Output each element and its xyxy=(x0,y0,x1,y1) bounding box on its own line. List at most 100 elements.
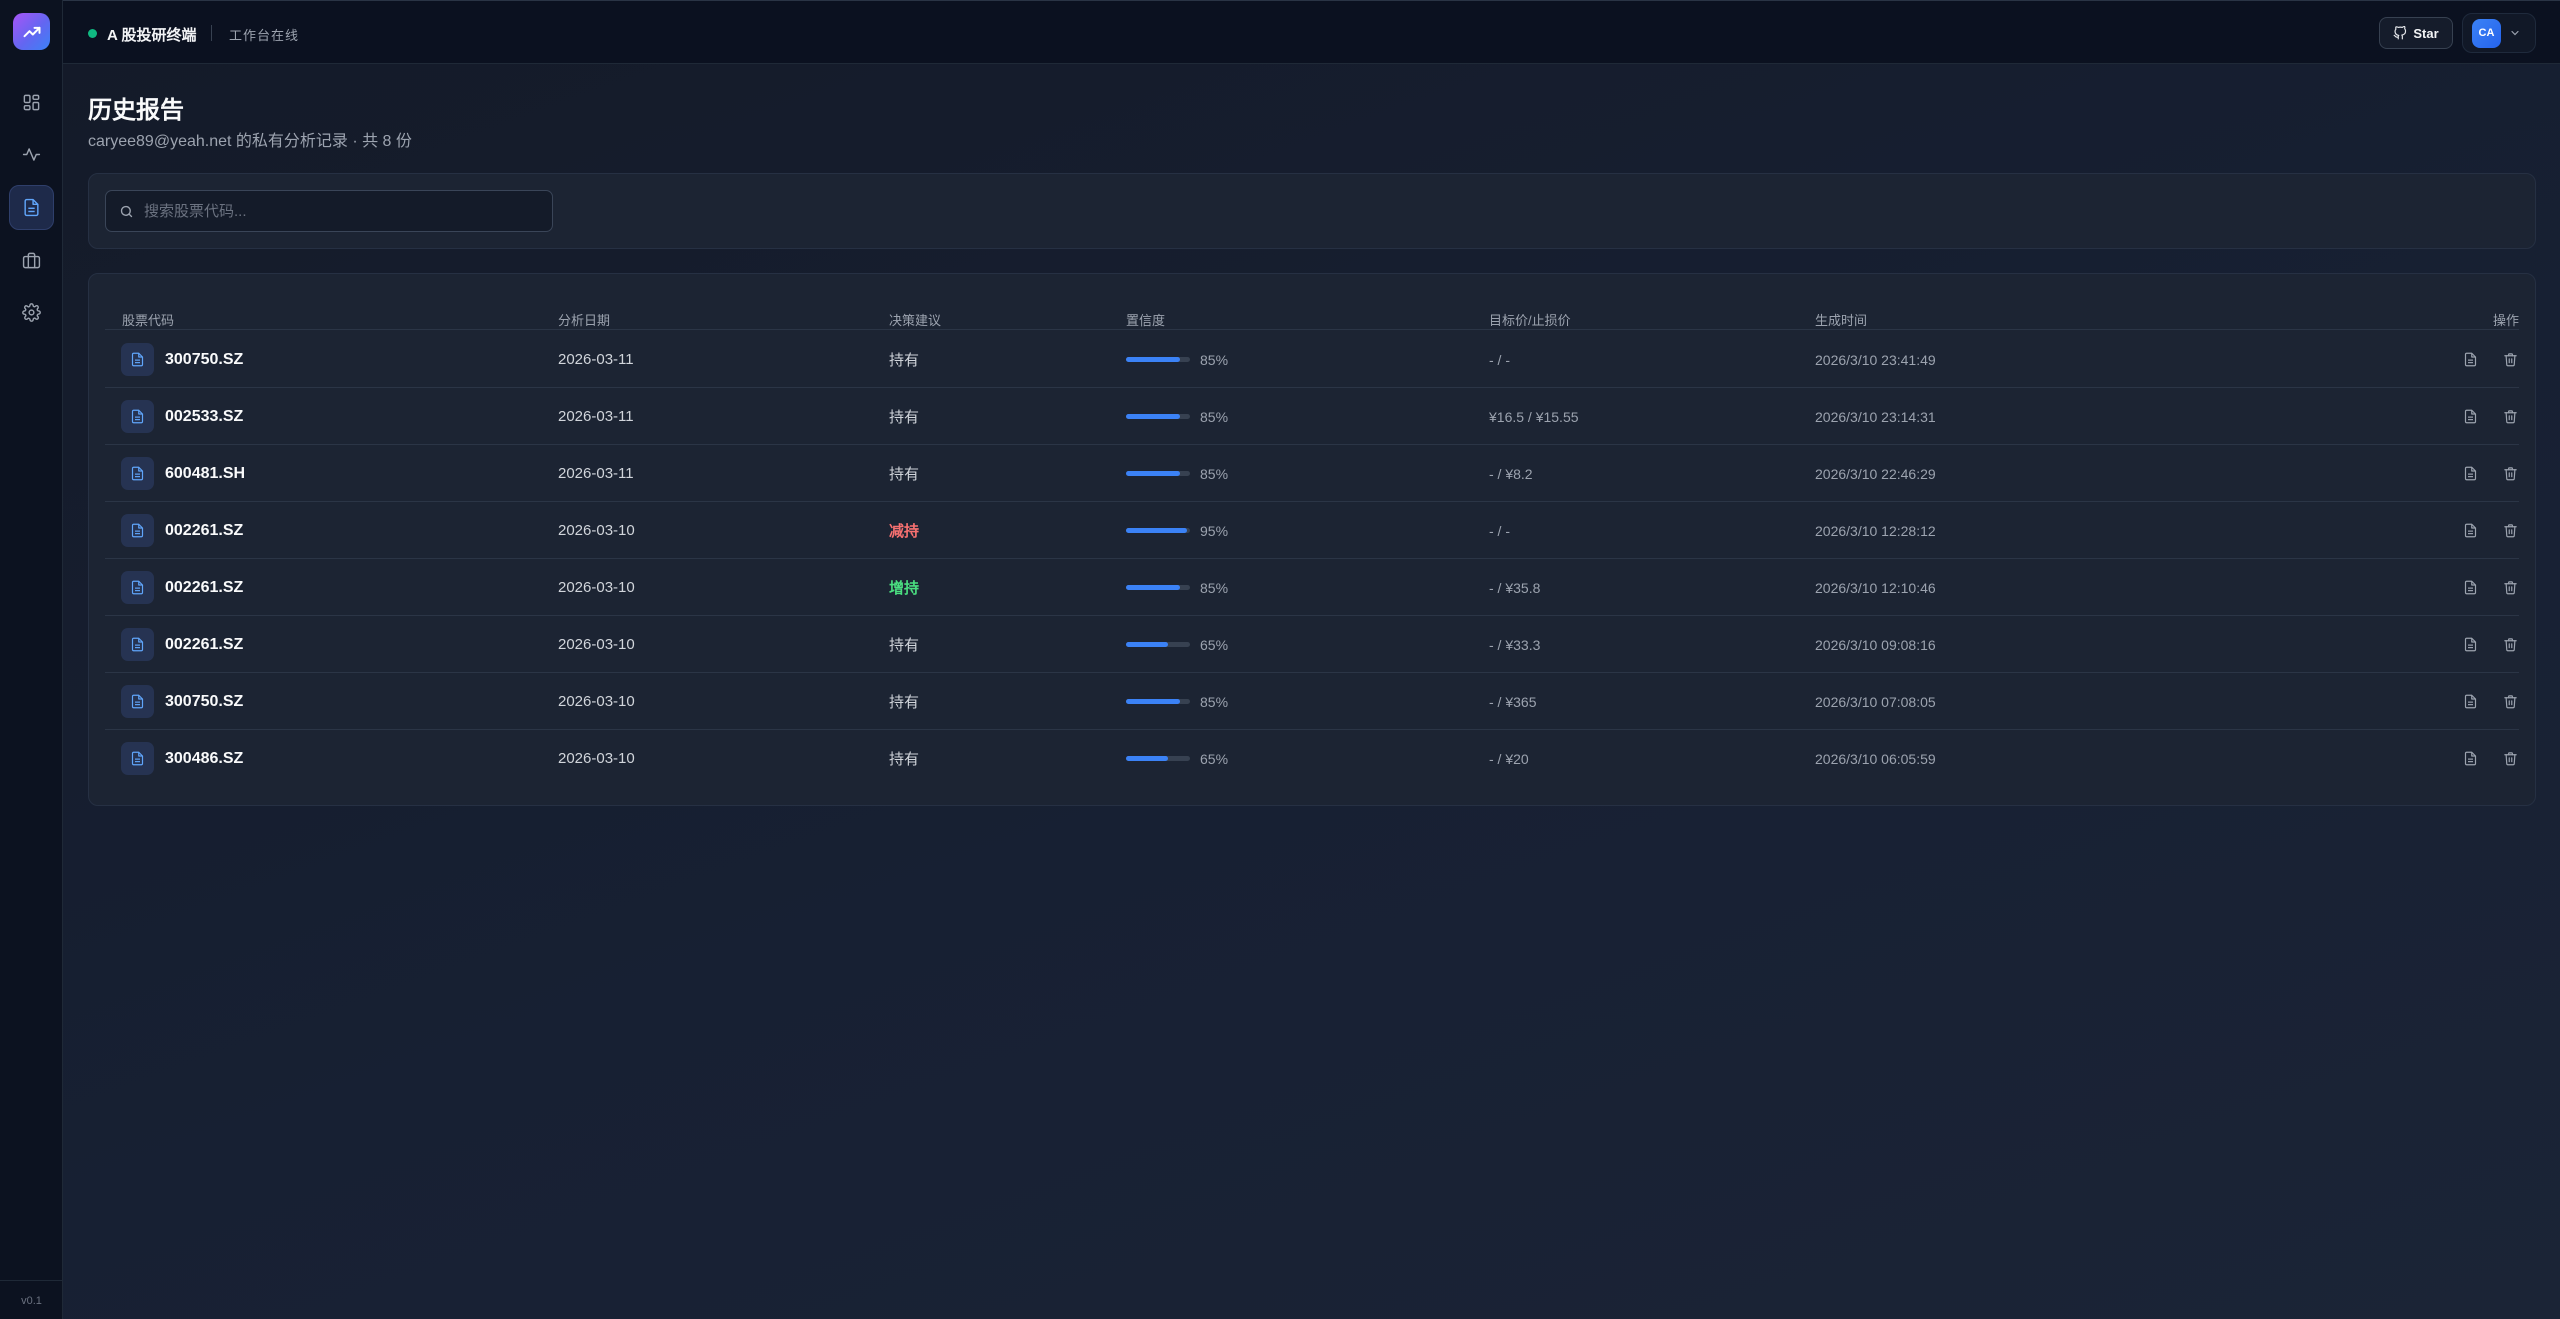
confidence-value: 85% xyxy=(1200,408,1229,425)
report-icon xyxy=(24,198,39,217)
workspace-status: 工作台在线 xyxy=(229,28,300,43)
search-input[interactable] xyxy=(144,202,552,220)
table-header: 股票代码 分析日期 决策建议 置信度 目标价/止损价 生成时间 操作 xyxy=(105,290,2519,330)
analysis-date: 2026-03-11 xyxy=(558,408,634,425)
view-report-icon[interactable] xyxy=(2461,408,2479,426)
sidebar-item-reports[interactable] xyxy=(9,185,54,230)
delete-icon[interactable] xyxy=(2501,351,2519,369)
view-report-icon[interactable] xyxy=(2461,465,2479,483)
briefcase-icon xyxy=(22,252,41,269)
cell-confidence: 85% xyxy=(1126,559,1228,616)
table-row[interactable]: 600481.SH 2026-03-11 持有 85% - / ¥8.2 2026/3/1… xyxy=(105,445,2519,502)
created-time: 2026/3/10 23:14:31 xyxy=(1815,408,1936,425)
analysis-date: 2026-03-11 xyxy=(558,465,634,482)
view-report-icon[interactable] xyxy=(2461,522,2479,540)
view-report-icon[interactable] xyxy=(2461,579,2479,597)
app-logo[interactable] xyxy=(13,13,50,50)
confidence-bar-fill xyxy=(1126,357,1181,362)
confidence-value: 65% xyxy=(1200,750,1229,767)
view-report-icon[interactable] xyxy=(2461,351,2479,369)
stock-code: 300486.SZ xyxy=(165,749,244,767)
search-box[interactable] xyxy=(105,190,553,232)
analysis-date: 2026-03-10 xyxy=(558,750,635,767)
confidence-bar-fill xyxy=(1126,699,1181,704)
sidebar-item-settings[interactable] xyxy=(9,290,54,335)
document-icon xyxy=(121,571,154,604)
row-actions xyxy=(2461,445,2519,502)
online-status-dot xyxy=(88,29,97,38)
row-actions xyxy=(2461,673,2519,730)
stock-code: 002261.SZ xyxy=(165,578,244,596)
sidebar-item-analysis[interactable] xyxy=(9,132,54,177)
row-actions xyxy=(2461,730,2519,787)
view-report-icon[interactable] xyxy=(2461,693,2479,711)
document-icon xyxy=(121,343,154,376)
cell-code: 002261.SZ xyxy=(121,616,243,673)
sidebar-item-dashboard[interactable] xyxy=(9,80,54,125)
confidence-bar xyxy=(1126,642,1190,647)
search-panel xyxy=(88,173,2536,249)
search-icon xyxy=(120,205,133,217)
confidence-bar-fill xyxy=(1126,585,1181,590)
view-report-icon[interactable] xyxy=(2461,750,2479,768)
confidence-bar-fill xyxy=(1126,642,1168,647)
stock-code: 002533.SZ xyxy=(165,407,244,425)
table-row[interactable]: 002261.SZ 2026-03-10 持有 65% - / ¥33.3 2026/3/… xyxy=(105,616,2519,673)
cell-confidence: 95% xyxy=(1126,502,1228,559)
decision-label: 持有 xyxy=(889,409,920,426)
decision-label: 增持 xyxy=(889,580,920,597)
delete-icon[interactable] xyxy=(2501,408,2519,426)
sidebar: v0.1 xyxy=(0,0,63,1319)
confidence-bar xyxy=(1126,699,1190,704)
analysis-date: 2026-03-10 xyxy=(558,693,635,710)
delete-icon[interactable] xyxy=(2501,750,2519,768)
trending-up-icon xyxy=(23,26,40,37)
star-button[interactable]: Star xyxy=(2379,17,2453,49)
cell-code: 300750.SZ xyxy=(121,673,243,730)
app-title: A 股投研终端 xyxy=(107,27,197,44)
star-label: Star xyxy=(2413,25,2439,41)
view-report-icon[interactable] xyxy=(2461,636,2479,654)
table-row[interactable]: 002261.SZ 2026-03-10 减持 95% - / - 2026/3/10 1… xyxy=(105,502,2519,559)
target-stop-price: - / - xyxy=(1489,522,1510,539)
header-code: 股票代码 xyxy=(122,313,175,328)
confidence-bar xyxy=(1126,414,1190,419)
page-subtitle: caryee89@yeah.net 的私有分析记录 · 共 8 份 xyxy=(88,133,412,150)
delete-icon[interactable] xyxy=(2501,579,2519,597)
delete-icon[interactable] xyxy=(2501,693,2519,711)
analysis-date: 2026-03-10 xyxy=(558,522,635,539)
top-bar: A 股投研终端 工作台在线 Star CA xyxy=(63,0,2560,64)
decision-label: 持有 xyxy=(889,694,920,711)
created-time: 2026/3/10 22:46:29 xyxy=(1815,465,1936,482)
table-row[interactable]: 002261.SZ 2026-03-10 增持 85% - / ¥35.8 2026/3/… xyxy=(105,559,2519,616)
document-icon xyxy=(121,457,154,490)
settings-icon xyxy=(22,303,41,322)
row-actions xyxy=(2461,388,2519,445)
delete-icon[interactable] xyxy=(2501,522,2519,540)
target-stop-price: ¥16.5 / ¥15.55 xyxy=(1489,408,1579,425)
dashboard-icon xyxy=(23,94,40,111)
delete-icon[interactable] xyxy=(2501,636,2519,654)
cell-code: 002261.SZ xyxy=(121,502,243,559)
header-target: 目标价/止损价 xyxy=(1489,313,1571,328)
table-row[interactable]: 300750.SZ 2026-03-10 持有 85% - / ¥365 2026/3/1… xyxy=(105,673,2519,730)
sidebar-item-portfolio[interactable] xyxy=(9,238,54,283)
user-menu-button[interactable]: CA xyxy=(2462,13,2536,53)
created-time: 2026/3/10 06:05:59 xyxy=(1815,750,1936,767)
decision-label: 持有 xyxy=(889,352,920,369)
decision-label: 持有 xyxy=(889,637,920,654)
header-created: 生成时间 xyxy=(1815,313,1868,328)
stock-code: 002261.SZ xyxy=(165,521,244,539)
confidence-value: 85% xyxy=(1200,351,1229,368)
table-row[interactable]: 300486.SZ 2026-03-10 持有 65% - / ¥20 2026/3/10… xyxy=(105,730,2519,787)
confidence-bar xyxy=(1126,585,1190,590)
analysis-date: 2026-03-11 xyxy=(558,351,634,368)
chevron-down-icon xyxy=(2511,30,2519,36)
header-decision: 决策建议 xyxy=(889,313,942,328)
delete-icon[interactable] xyxy=(2501,465,2519,483)
target-stop-price: - / ¥365 xyxy=(1489,693,1537,710)
target-stop-price: - / ¥33.3 xyxy=(1489,636,1541,653)
document-icon xyxy=(121,514,154,547)
table-row[interactable]: 002533.SZ 2026-03-11 持有 85% ¥16.5 / ¥15.55 20… xyxy=(105,388,2519,445)
table-row[interactable]: 300750.SZ 2026-03-11 持有 85% - / - 2026/3/10 2… xyxy=(105,331,2519,388)
